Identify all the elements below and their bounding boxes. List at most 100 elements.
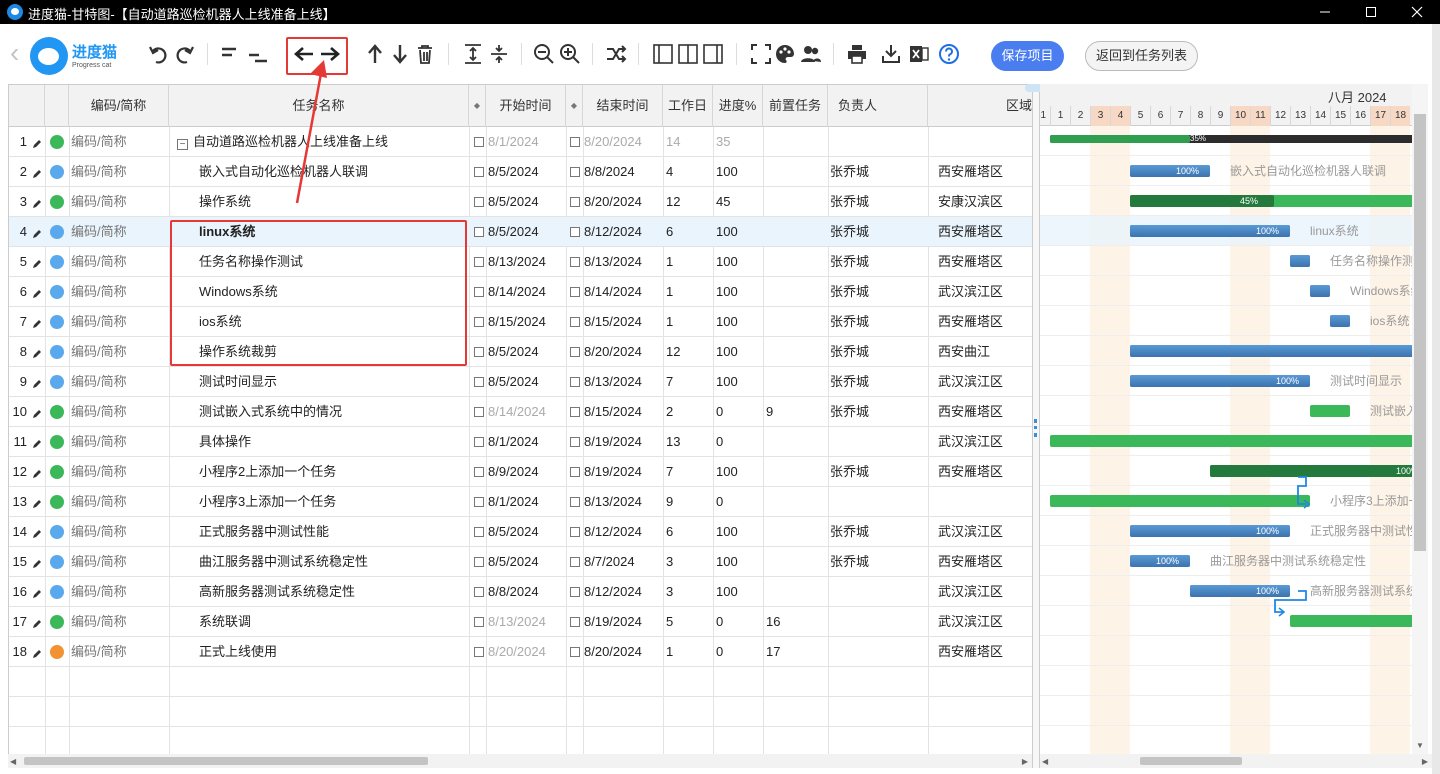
checkbox[interactable] [474, 497, 484, 507]
checkbox[interactable] [474, 467, 484, 477]
layout-gantt-only-icon[interactable] [701, 42, 725, 66]
checkbox[interactable] [570, 587, 580, 597]
code-cell[interactable]: 编码/简称 [71, 607, 167, 637]
checkbox[interactable] [570, 287, 580, 297]
pred-cell[interactable]: 17 [766, 637, 826, 667]
pred-cell[interactable] [766, 337, 826, 367]
start-date-cell[interactable]: 8/5/2024 [474, 517, 564, 547]
checkbox[interactable] [570, 377, 580, 387]
layout-grid-only-icon[interactable] [651, 42, 675, 66]
table-row[interactable]: 5 编码/简称 任务名称操作测试 8/13/2024 8/13/2024 1 100 张乔城西… [9, 247, 1032, 277]
code-cell[interactable]: 编码/简称 [71, 157, 167, 187]
days-cell[interactable]: 14 [666, 127, 712, 157]
checkbox[interactable] [474, 287, 484, 297]
checkbox[interactable] [474, 197, 484, 207]
checkbox[interactable] [570, 347, 580, 357]
col-header-progress[interactable]: 进度% [713, 85, 763, 127]
code-cell[interactable]: 编码/简称 [71, 577, 167, 607]
region-cell[interactable]: 西安雁塔区 [938, 247, 1032, 277]
pred-cell[interactable] [766, 487, 826, 517]
back-chevron-icon[interactable]: ‹ [10, 38, 19, 68]
region-cell[interactable]: 武汉滨江区 [938, 607, 1032, 637]
region-cell[interactable]: 西安雁塔区 [938, 637, 1032, 667]
end-date-cell[interactable]: 8/15/2024 [570, 397, 662, 427]
checkbox[interactable] [474, 137, 484, 147]
code-cell[interactable]: 编码/简称 [71, 487, 167, 517]
end-date-cell[interactable]: 8/12/2024 [570, 577, 662, 607]
collapse-icon[interactable]: − [177, 139, 188, 150]
owner-cell[interactable]: 张乔城 [830, 307, 926, 337]
checkbox[interactable] [570, 527, 580, 537]
table-row[interactable]: 13 编码/简称 小程序3上添加一个任务 8/1/2024 8/13/2024 9 0 [9, 487, 1032, 517]
print-icon[interactable] [845, 42, 869, 66]
start-date-cell[interactable]: 8/14/2024 [474, 397, 564, 427]
checkbox[interactable] [474, 347, 484, 357]
pred-cell[interactable] [766, 307, 826, 337]
scroll-right-icon[interactable]: ▶ [1022, 757, 1028, 766]
start-date-cell[interactable]: 8/13/2024 [474, 247, 564, 277]
close-button[interactable] [1394, 0, 1440, 24]
code-cell[interactable]: 编码/简称 [71, 247, 167, 277]
edit-pencil-icon[interactable] [32, 137, 41, 148]
days-cell[interactable]: 2 [666, 397, 712, 427]
start-date-cell[interactable]: 8/20/2024 [474, 637, 564, 667]
task-name-cell[interactable]: 小程序3上添加一个任务 [199, 487, 467, 517]
start-date-cell[interactable]: 8/13/2024 [474, 607, 564, 637]
checkbox[interactable] [570, 497, 580, 507]
checkbox[interactable] [570, 557, 580, 567]
splitter-grip-icon[interactable] [1034, 419, 1037, 437]
progress-cell[interactable]: 100 [716, 217, 762, 247]
days-cell[interactable]: 1 [666, 247, 712, 277]
progress-cell[interactable]: 100 [716, 247, 762, 277]
owner-cell[interactable]: 张乔城 [830, 367, 926, 397]
end-date-cell[interactable]: 8/12/2024 [570, 517, 662, 547]
days-cell[interactable]: 4 [666, 157, 712, 187]
table-row[interactable]: 18 编码/简称 正式上线使用 8/20/2024 8/20/2024 1 0 17 西安雁塔区 [9, 637, 1032, 667]
pred-cell[interactable] [766, 427, 826, 457]
checkbox[interactable] [570, 617, 580, 627]
col-header-predecessor[interactable]: 前置任务 [763, 85, 828, 127]
scroll-thumb[interactable] [1140, 757, 1242, 765]
end-date-cell[interactable]: 8/19/2024 [570, 457, 662, 487]
region-cell[interactable]: 安康汉滨区 [938, 187, 1032, 217]
sort-icon[interactable]: ◆ [566, 85, 583, 127]
expand-all-icon[interactable] [461, 42, 485, 66]
task-name-cell[interactable]: 系统联调 [199, 607, 467, 637]
start-date-cell[interactable]: 8/1/2024 [474, 127, 564, 157]
region-cell[interactable]: 武汉滨江区 [938, 577, 1032, 607]
checkbox[interactable] [474, 257, 484, 267]
start-date-cell[interactable]: 8/9/2024 [474, 457, 564, 487]
collapse-all-icon[interactable] [487, 42, 511, 66]
checkbox[interactable] [570, 257, 580, 267]
table-row[interactable]: 7 编码/简称 ios系统 8/15/2024 8/15/2024 1 100 张乔城 西安雁塔… [9, 307, 1032, 337]
scroll-thumb[interactable] [1414, 114, 1426, 551]
back-to-task-list-button[interactable]: 返回到任务列表 [1085, 41, 1198, 71]
checkbox[interactable] [474, 377, 484, 387]
days-cell[interactable]: 7 [666, 457, 712, 487]
undo-icon[interactable] [147, 42, 171, 66]
edit-pencil-icon[interactable] [32, 587, 41, 598]
end-date-cell[interactable]: 8/13/2024 [570, 367, 662, 397]
days-cell[interactable]: 12 [666, 187, 712, 217]
owner-cell[interactable]: 张乔城 [830, 397, 926, 427]
progress-cell[interactable]: 0 [716, 427, 762, 457]
region-cell[interactable]: 武汉滨江区 [938, 427, 1032, 457]
edit-pencil-icon[interactable] [32, 197, 41, 208]
code-cell[interactable]: 编码/简称 [71, 127, 167, 157]
edit-pencil-icon[interactable] [32, 227, 41, 238]
progress-cell[interactable]: 100 [716, 337, 762, 367]
edit-pencil-icon[interactable] [32, 287, 41, 298]
checkbox[interactable] [474, 587, 484, 597]
edit-pencil-icon[interactable] [32, 347, 41, 358]
owner-cell[interactable] [830, 637, 926, 667]
edit-pencil-icon[interactable] [32, 437, 41, 448]
task-name-cell[interactable]: 曲江服务器中测试系统稳定性 [199, 547, 467, 577]
table-row[interactable]: 6 编码/简称 Windows系统 8/14/2024 8/14/2024 1 100 张乔城… [9, 277, 1032, 307]
start-date-cell[interactable]: 8/5/2024 [474, 217, 564, 247]
owner-cell[interactable]: 张乔城 [830, 277, 926, 307]
code-cell[interactable]: 编码/简称 [71, 337, 167, 367]
region-cell[interactable]: 西安曲江 [938, 337, 1032, 367]
checkbox[interactable] [570, 197, 580, 207]
edit-pencil-icon[interactable] [32, 317, 41, 328]
days-cell[interactable]: 7 [666, 367, 712, 397]
